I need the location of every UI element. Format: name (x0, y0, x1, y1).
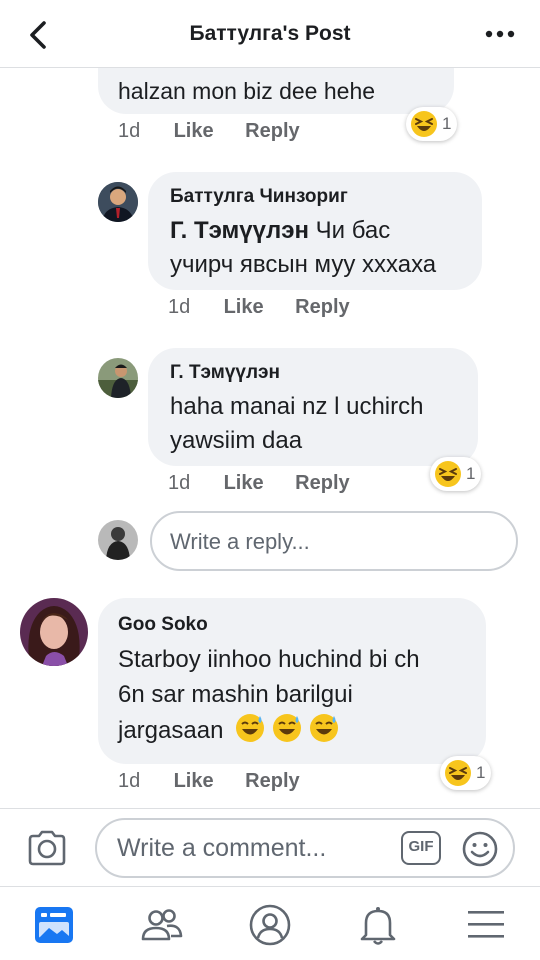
bell-icon (360, 907, 396, 945)
mention-link[interactable]: Г. Тэмүүлэн (170, 217, 309, 244)
comment-text-line1: Чи бас (315, 217, 391, 244)
comment-time: 1d (118, 120, 141, 142)
like-button[interactable]: Like (224, 472, 264, 495)
comment-bubble[interactable]: Goo Soko Starboy iinhoo huchind bi ch 6n… (98, 598, 486, 764)
comment-composer: Write a comment... GIF (0, 808, 540, 886)
comment-bubble[interactable]: Г. Тэмүүлэн haha manai nz l uchirch yaws… (148, 348, 478, 466)
haha-emoji-icon (411, 111, 437, 137)
user-photo-icon (98, 358, 138, 398)
reply-button[interactable]: Reply (295, 296, 349, 319)
comment-time: 1d (118, 770, 141, 792)
comment-time: 1d (168, 472, 191, 494)
emoji-group (234, 712, 344, 754)
reply-button[interactable]: Reply (245, 120, 299, 143)
reaction-badge[interactable]: 1 (430, 457, 482, 491)
camera-button[interactable] (26, 829, 68, 867)
like-button[interactable]: Like (174, 770, 214, 793)
user-photo-icon (98, 520, 138, 560)
smiley-icon (462, 831, 498, 867)
comment-bubble[interactable]: halzan mon biz dee hehe (98, 68, 454, 114)
like-button[interactable]: Like (174, 120, 214, 143)
reaction-badge[interactable]: 1 (440, 756, 492, 790)
comment-time: 1d (168, 296, 191, 318)
comment-author[interactable]: Г. Тэмүүлэн (170, 362, 280, 384)
current-user-avatar (98, 520, 138, 560)
comment-text-line2: 6n sar mashin barilgui (118, 681, 353, 708)
more-options-button[interactable] (482, 20, 518, 48)
avatar[interactable] (98, 358, 138, 398)
reaction-count: 1 (442, 114, 452, 133)
gif-button[interactable]: GIF (401, 831, 441, 865)
reply-button[interactable]: Reply (245, 770, 299, 793)
comment-input[interactable]: Write a comment... GIF (95, 818, 515, 878)
comment-text-line2: учирч явсын муу хххаха (170, 251, 437, 278)
comment-text-line1: haha manai nz l uchirch (170, 393, 424, 420)
tab-notifications[interactable] (356, 903, 400, 947)
comment-text-line2: yawsiim daa (170, 427, 303, 454)
comment-bubble[interactable]: Баттулга Чинзориг Г. Тэмүүлэн Чи бас учи… (148, 172, 482, 290)
sweat-smile-emoji-icon (236, 714, 339, 742)
comment-actions: 1d Like Reply (168, 296, 376, 319)
news-feed-icon (35, 907, 73, 943)
like-button[interactable]: Like (224, 296, 264, 319)
comment-text-line3: jargasaan (118, 717, 224, 744)
comment-author[interactable]: Goo Soko (118, 614, 208, 636)
comment-text: halzan mon biz dee hehe (118, 78, 376, 104)
comment-author[interactable]: Баттулга Чинзориг (170, 186, 348, 208)
reply-button[interactable]: Reply (295, 472, 349, 495)
comment-text: Starboy iinhoo huchind bi ch 6n sar mash… (118, 642, 420, 754)
tab-news-feed[interactable] (32, 903, 76, 947)
reaction-badge[interactable]: 1 (406, 107, 458, 141)
comment-text: haha manai nz l uchirch yawsiim daa (170, 390, 423, 458)
user-photo-icon (20, 598, 88, 666)
tab-menu[interactable] (464, 903, 508, 947)
profile-icon (249, 904, 291, 946)
friends-icon (141, 909, 183, 941)
avatar[interactable] (20, 598, 88, 666)
haha-emoji-icon (445, 760, 471, 786)
top-bar: Баттулга's Post (0, 0, 540, 68)
comment-actions: 1d Like Reply (118, 770, 326, 793)
user-photo-icon (98, 182, 138, 222)
avatar[interactable] (98, 182, 138, 222)
comment-text-line1: Starboy iinhoo huchind bi ch (118, 646, 420, 673)
reply-input[interactable]: Write a reply... (150, 511, 518, 571)
page-title: Баттулга's Post (189, 22, 351, 45)
comments-feed: halzan mon biz dee hehe 1d Like Reply 1 … (0, 68, 540, 808)
bottom-tab-bar (0, 886, 540, 960)
haha-emoji-icon (435, 461, 461, 487)
reaction-count: 1 (466, 464, 476, 483)
comment-text: Г. Тэмүүлэн Чи бас учирч явсын муу хххах… (170, 214, 436, 282)
tab-profile[interactable] (248, 903, 292, 947)
tab-friends[interactable] (140, 903, 184, 947)
sticker-button[interactable] (461, 830, 499, 868)
comment-placeholder: Write a comment... (117, 834, 327, 862)
reply-placeholder: Write a reply... (170, 529, 310, 554)
camera-icon (28, 830, 66, 866)
comment-actions: 1d Like Reply (168, 472, 376, 495)
comment-actions: 1d Like Reply (118, 120, 326, 143)
reaction-count: 1 (476, 763, 486, 782)
ellipsis-icon (485, 30, 515, 38)
hamburger-menu-icon (468, 911, 504, 938)
